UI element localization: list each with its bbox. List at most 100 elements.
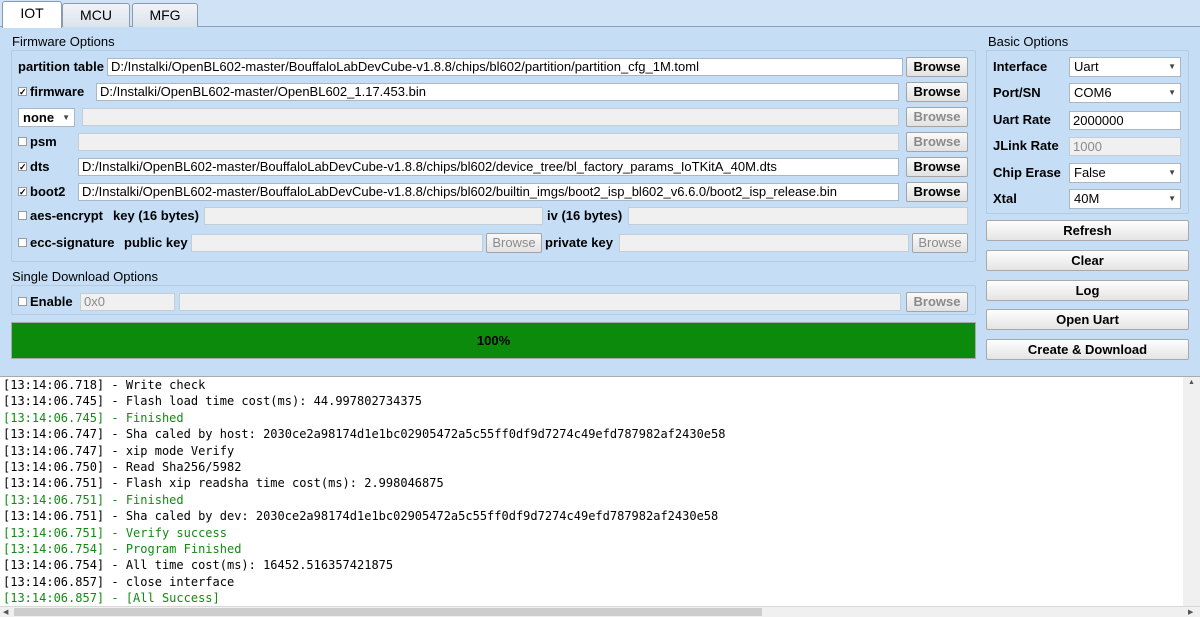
tab-iot[interactable]: IOT	[2, 1, 62, 28]
log-line: [13:14:06.747] - xip mode Verify	[3, 443, 235, 458]
ecc-private-key-label: private key	[545, 235, 613, 250]
log-line: [13:14:06.857] - close interface	[3, 574, 235, 589]
ecc-signature-checkbox[interactable]	[18, 238, 27, 247]
psm-path-input	[78, 133, 899, 151]
aes-iv-label: iv (16 bytes)	[547, 208, 623, 223]
scroll-right-icon[interactable]: ▶	[1188, 608, 1193, 616]
ecc-private-key-browse-button: Browse	[912, 233, 968, 253]
partition-table-label: partition table	[18, 59, 104, 74]
ecc-public-key-browse-button: Browse	[486, 233, 542, 253]
partition-table-browse-button[interactable]: Browse	[906, 57, 968, 77]
dts-label: dts	[30, 159, 50, 174]
dts-checkbox[interactable]: ✓	[18, 162, 27, 172]
extra-image-browse-button: Browse	[906, 107, 968, 127]
psm-checkbox[interactable]	[18, 137, 27, 146]
download-progress-bar: 100%	[11, 322, 976, 359]
dts-path-input[interactable]: D:/Instalki/OpenBL602-master/BouffaloLab…	[78, 158, 899, 176]
uart-rate-label: Uart Rate	[993, 112, 1051, 127]
interface-select[interactable]: Uart ▼	[1069, 57, 1181, 77]
log-line: [13:14:06.747] - Sha caled by host: 2030…	[3, 427, 726, 442]
log-lines: [13:14:06.718] - Write check [13:14:06.74…	[3, 377, 1183, 607]
chip-erase-select-value: False	[1074, 165, 1106, 180]
aes-encrypt-label: aes-encrypt	[30, 208, 103, 223]
chevron-down-icon: ▼	[1168, 168, 1176, 177]
chevron-down-icon: ▼	[1168, 194, 1176, 203]
boot2-checkbox[interactable]: ✓	[18, 187, 27, 197]
boot2-browse-button[interactable]: Browse	[906, 182, 968, 202]
log-line: [13:14:06.754] - Program Finished	[3, 542, 242, 557]
port-label: Port/SN	[993, 85, 1041, 100]
partition-table-path-input[interactable]: D:/Instalki/OpenBL602-master/BouffaloLab…	[107, 58, 903, 76]
interface-label: Interface	[993, 59, 1048, 74]
jlink-rate-input: 1000	[1069, 137, 1181, 156]
ecc-public-key-label: public key	[124, 235, 188, 250]
basic-options-title: Basic Options	[988, 34, 1069, 49]
single-download-path-input	[179, 293, 901, 311]
log-line: [13:14:06.857] - [All Success]	[3, 591, 220, 606]
aes-encrypt-checkbox[interactable]	[18, 211, 27, 220]
log-line: [13:14:06.751] - Finished	[3, 492, 184, 507]
log-line: [13:14:06.751] - Verify success	[3, 525, 227, 540]
psm-browse-button: Browse	[906, 132, 968, 152]
xtal-label: Xtal	[993, 191, 1017, 206]
log-line: [13:14:06.745] - Finished	[3, 410, 184, 425]
extra-image-path-input	[82, 108, 899, 126]
refresh-button[interactable]: Refresh	[986, 220, 1189, 241]
single-download-enable-label: Enable	[30, 294, 73, 309]
xtal-select[interactable]: 40M ▼	[1069, 189, 1181, 209]
log-line: [13:14:06.745] - Flash load time cost(ms…	[3, 394, 423, 409]
clear-button[interactable]: Clear	[986, 250, 1189, 271]
firmware-path-input[interactable]: D:/Instalki/OpenBL602-master/OpenBL602_1…	[96, 83, 899, 101]
ecc-public-key-input	[191, 234, 483, 252]
chip-erase-select[interactable]: False ▼	[1069, 163, 1181, 183]
psm-label: psm	[30, 134, 57, 149]
firmware-browse-button[interactable]: Browse	[906, 82, 968, 102]
log-button[interactable]: Log	[986, 280, 1189, 301]
firmware-checkbox[interactable]: ✓	[18, 87, 27, 97]
chevron-down-icon: ▼	[1168, 88, 1176, 97]
xtal-select-value: 40M	[1074, 191, 1100, 206]
scroll-left-icon[interactable]: ◀	[3, 608, 8, 616]
tab-bar: IOT MCU MFG	[0, 0, 1200, 28]
port-select[interactable]: COM6 ▼	[1069, 83, 1181, 103]
firmware-options-frame	[11, 50, 976, 262]
single-download-title: Single Download Options	[12, 269, 158, 284]
boot2-label: boot2	[30, 184, 66, 199]
port-select-value: COM6	[1074, 85, 1112, 100]
log-line: [13:14:06.718] - Write check	[3, 378, 206, 392]
firmware-label: firmware	[30, 84, 85, 99]
horizontal-scroll-thumb[interactable]	[14, 608, 762, 616]
interface-select-value: Uart	[1074, 59, 1099, 74]
log-output[interactable]: [13:14:06.718] - Write check [13:14:06.74…	[0, 376, 1200, 617]
iot-panel: Firmware Options partition table D:/Inst…	[0, 27, 1200, 376]
dts-browse-button[interactable]: Browse	[906, 157, 968, 177]
ecc-signature-label: ecc-signature	[30, 235, 115, 250]
image-type-select[interactable]: none ▼	[18, 108, 75, 127]
jlink-rate-label: JLink Rate	[993, 138, 1059, 153]
firmware-options-title: Firmware Options	[12, 34, 115, 49]
uart-rate-input[interactable]: 2000000	[1069, 111, 1181, 130]
single-download-address-input: 0x0	[80, 293, 175, 311]
log-line: [13:14:06.750] - Read Sha256/5982	[3, 460, 242, 475]
ecc-private-key-input	[619, 234, 909, 252]
aes-key-input	[204, 207, 543, 225]
log-line: [13:14:06.751] - Flash xip readsha time …	[3, 476, 444, 491]
scroll-up-icon[interactable]: ▲	[1188, 379, 1195, 386]
tab-mcu[interactable]: MCU	[62, 3, 130, 27]
vertical-scrollbar[interactable]: ▲	[1183, 377, 1200, 607]
boot2-path-input[interactable]: D:/Instalki/OpenBL602-master/BouffaloLab…	[78, 183, 899, 201]
horizontal-scrollbar[interactable]: ◀ ▶	[0, 606, 1200, 617]
chip-erase-label: Chip Erase	[993, 165, 1061, 180]
image-type-select-value: none	[23, 110, 55, 125]
aes-iv-input	[628, 207, 968, 225]
single-download-browse-button: Browse	[906, 292, 968, 312]
single-download-enable-checkbox[interactable]	[18, 297, 27, 306]
aes-key-label: key (16 bytes)	[113, 208, 199, 223]
chevron-down-icon: ▼	[1168, 62, 1176, 71]
log-line: [13:14:06.751] - Sha caled by dev: 2030c…	[3, 509, 719, 524]
create-download-button[interactable]: Create & Download	[986, 339, 1189, 360]
tab-mfg[interactable]: MFG	[132, 3, 198, 27]
log-line: [13:14:06.754] - All time cost(ms): 1645…	[3, 558, 394, 573]
chevron-down-icon: ▼	[62, 113, 70, 122]
open-uart-button[interactable]: Open Uart	[986, 309, 1189, 330]
